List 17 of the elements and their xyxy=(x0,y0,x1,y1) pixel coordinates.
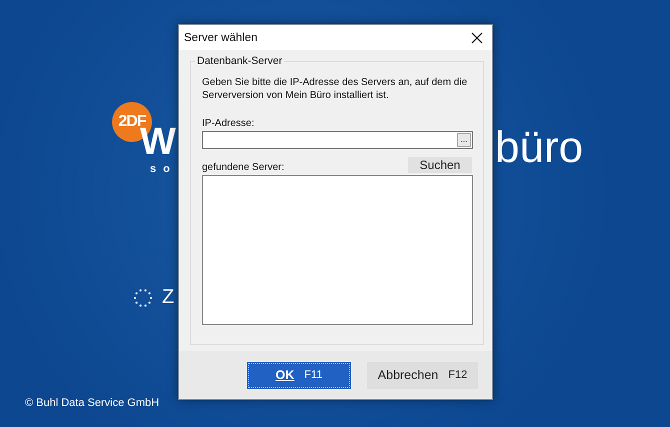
window-title: Server wählen xyxy=(184,32,258,44)
description-text: Geben Sie bitte die IP-Adresse des Servers an, auf dem die Serverversion von Mein Büro installiert ist. xyxy=(202,76,468,102)
cancel-button[interactable]: Abbrechen F12 xyxy=(367,362,478,388)
status-text: Z xyxy=(162,286,174,309)
ok-button[interactable]: OK F11 xyxy=(247,362,351,388)
browse-button[interactable]: ... xyxy=(457,133,471,147)
loading-spinner-icon xyxy=(133,288,153,308)
close-icon[interactable] xyxy=(471,32,483,44)
brand-tagline: s o xyxy=(150,163,170,175)
group-title: Datenbank-Server xyxy=(195,55,284,67)
search-button[interactable]: Suchen xyxy=(408,157,472,173)
found-servers-label: gefundene Server: xyxy=(202,162,284,173)
copyright-text: © Buhl Data Service GmbH xyxy=(25,397,160,409)
ip-label: IP-Adresse: xyxy=(202,118,256,129)
server-list[interactable] xyxy=(202,175,473,325)
ip-address-field[interactable]: ... xyxy=(202,131,473,149)
brand-name: büro xyxy=(495,126,584,170)
